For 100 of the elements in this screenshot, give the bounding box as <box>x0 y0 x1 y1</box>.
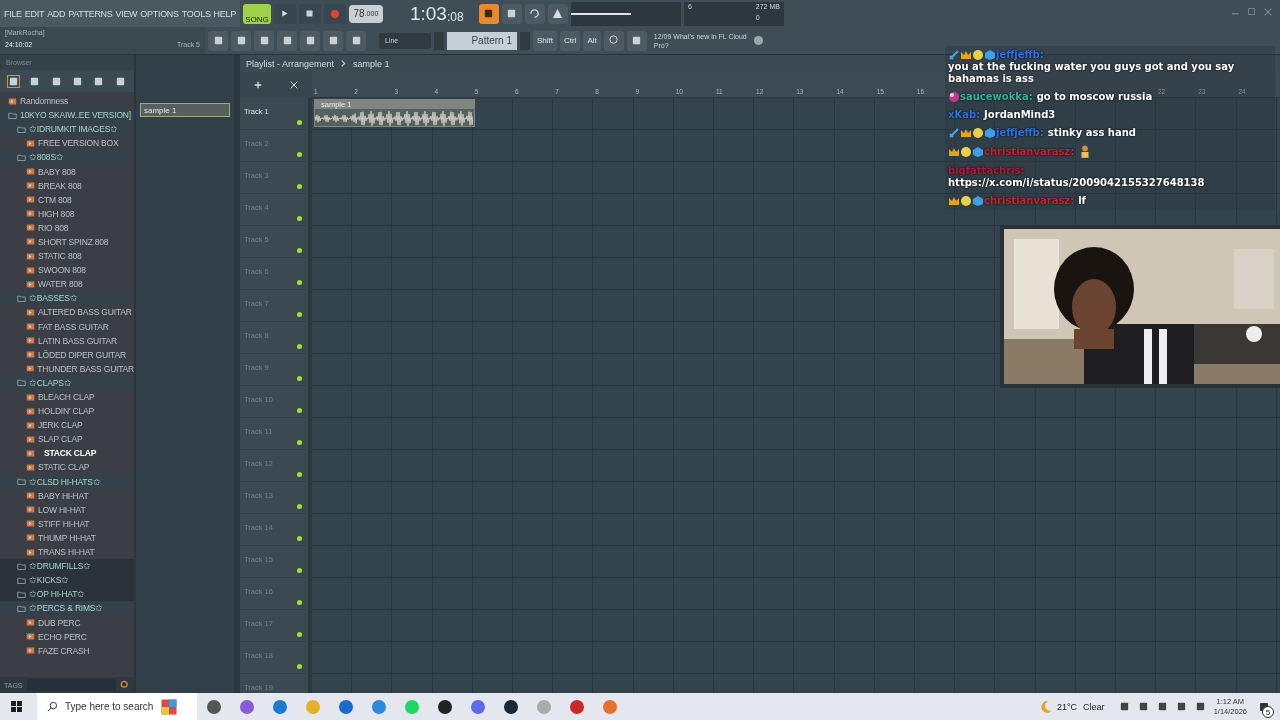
file-row[interactable]: SHORT SPINZ 808 <box>0 234 134 250</box>
pattern-selector[interactable]: Pattern 1 <box>447 31 517 50</box>
menu-item[interactable]: OPTIONS <box>140 8 179 19</box>
channel-rack-button[interactable] <box>208 30 228 51</box>
file-row[interactable]: ECHO PERC <box>0 629 134 644</box>
file-row[interactable]: FAZE CRASH <box>0 643 134 658</box>
file-row[interactable]: LATIN BASS GUITAR <box>0 333 134 348</box>
track-led[interactable] <box>297 632 302 637</box>
audio-file-icon <box>26 322 35 332</box>
menu-item[interactable]: TOOLS <box>181 8 211 19</box>
track-led[interactable] <box>297 472 302 477</box>
audio-file-icon <box>26 350 35 360</box>
playlist-button[interactable] <box>231 30 251 51</box>
file-row[interactable]: THUNDER BASS GUITAR <box>0 361 134 376</box>
menu-item[interactable]: PATTERNS <box>68 8 113 19</box>
file-row[interactable]: Randomness <box>0 94 134 109</box>
track-led[interactable] <box>297 312 302 317</box>
menu-item[interactable]: ADD <box>47 8 66 19</box>
file-row[interactable]: STIFF HI-HAT <box>0 516 134 531</box>
file-row[interactable]: SLAP CLAP <box>0 432 134 447</box>
file-row[interactable]: JERK CLAP <box>0 418 134 433</box>
track-led[interactable] <box>297 344 302 349</box>
audio-file-icon <box>26 463 35 472</box>
folder-row[interactable]: ✩OP HI-HAT✩ <box>0 587 134 602</box>
folder-row[interactable]: ✩CLSD HI-HATS✩ <box>0 474 134 489</box>
microphone-button[interactable] <box>346 30 366 51</box>
cube-icon <box>972 146 984 158</box>
folder-row[interactable]: ✩CLAPS✩ <box>0 375 134 390</box>
loop-record-button[interactable] <box>524 3 545 24</box>
menu-item[interactable]: VIEW <box>115 8 138 19</box>
file-row[interactable]: SWOON 808 <box>0 263 134 278</box>
file-row[interactable]: BABY HI-HAT <box>0 488 134 503</box>
modifier-key-button[interactable]: Ctrl <box>560 30 581 51</box>
stop-icon <box>305 9 315 18</box>
modifier-key-button[interactable]: Alt <box>583 30 601 51</box>
file-row[interactable]: LÖDED DIPER GUITAR <box>0 347 134 362</box>
file-row[interactable]: WATER 808 <box>0 277 134 292</box>
modifier-key-button[interactable]: Shift <box>533 30 557 51</box>
song-mode-button[interactable]: SONG <box>242 3 271 24</box>
temperature: 21°C <box>1057 701 1078 712</box>
track-led[interactable] <box>297 568 302 573</box>
folder-row[interactable]: ✩BASSES✩ <box>0 291 134 306</box>
menu-item[interactable]: FILE <box>4 8 22 19</box>
folder-row[interactable]: 10KYO SKAIW..EE VERSION] <box>0 108 134 123</box>
track-led[interactable] <box>297 600 302 605</box>
play-button[interactable] <box>273 3 296 24</box>
file-row[interactable]: FAT BASS GUITAR <box>0 319 134 334</box>
track-led[interactable] <box>297 664 302 669</box>
folder-row[interactable]: ✩IDRUMKIT IMAGES✩ <box>0 122 134 137</box>
file-row[interactable]: LOW HI-HAT <box>0 502 134 517</box>
crown-icon <box>960 49 972 61</box>
metronome-button[interactable] <box>547 3 568 24</box>
audio-file-icon <box>26 251 35 261</box>
audio-file-icon <box>26 448 35 458</box>
track-led[interactable] <box>297 504 302 509</box>
file-row[interactable]: HIGH 808 <box>0 206 134 221</box>
track-led[interactable] <box>297 216 302 221</box>
channel-button[interactable]: sample 1 <box>140 103 230 117</box>
folder-row[interactable]: ✩PERCS & RIMS✩ <box>0 601 134 616</box>
stop-button[interactable] <box>298 3 321 24</box>
step-edit-button[interactable] <box>501 3 522 24</box>
track-led[interactable] <box>297 536 302 541</box>
taskbar-search-field[interactable]: Type here to search <box>37 693 197 720</box>
file-row[interactable]: STACK CLAP <box>0 446 134 461</box>
mixer-button[interactable] <box>300 30 320 51</box>
file-row[interactable]: THUMP HI-HAT <box>0 530 134 545</box>
chat-button[interactable] <box>603 30 624 51</box>
file-row[interactable]: BABY 808 <box>0 164 134 179</box>
typing-keyboard-button[interactable] <box>478 3 499 24</box>
file-row[interactable]: RIO 808 <box>0 220 134 235</box>
menu-item[interactable]: EDIT <box>24 8 45 19</box>
folder-row[interactable]: ✩808S✩ <box>0 150 134 165</box>
track-led[interactable] <box>297 184 302 189</box>
track-led[interactable] <box>297 440 302 445</box>
folder-row[interactable]: ✩DRUMFILLS✩ <box>0 559 134 574</box>
file-row[interactable]: TRANS HI-HAT <box>0 545 134 560</box>
track-led[interactable] <box>297 280 302 285</box>
file-row[interactable]: BREAK 808 <box>0 178 134 193</box>
arrow-button[interactable] <box>323 30 343 51</box>
shop-button[interactable] <box>626 30 647 51</box>
browser-button[interactable] <box>277 30 297 51</box>
notifications-button[interactable]: 5 <box>1247 693 1280 720</box>
file-row[interactable]: FREE VERSION BOX <box>0 136 134 151</box>
file-row[interactable]: ALTERED BASS GUITAR <box>0 305 134 320</box>
sword-icon <box>948 49 960 61</box>
file-row[interactable]: BLEACH CLAP <box>0 389 134 405</box>
close-icon <box>290 81 298 89</box>
track-led[interactable] <box>297 248 302 253</box>
file-row[interactable]: CTM 808 <box>0 192 134 207</box>
track-led[interactable] <box>297 376 302 381</box>
menu-item[interactable]: HELP <box>213 8 236 19</box>
track-led[interactable] <box>297 408 302 413</box>
piano-roll-button[interactable] <box>254 30 274 51</box>
file-row[interactable]: STATIC CLAP <box>0 460 134 475</box>
folder-row[interactable]: ✩KICKS✩ <box>0 573 134 588</box>
file-row[interactable]: HOLDIN' CLAP <box>0 404 134 419</box>
file-row[interactable]: DUB PERC <box>0 615 134 630</box>
track-led[interactable] <box>297 152 302 157</box>
file-row[interactable]: STATIC 808 <box>0 249 134 264</box>
track-led[interactable] <box>297 120 302 125</box>
